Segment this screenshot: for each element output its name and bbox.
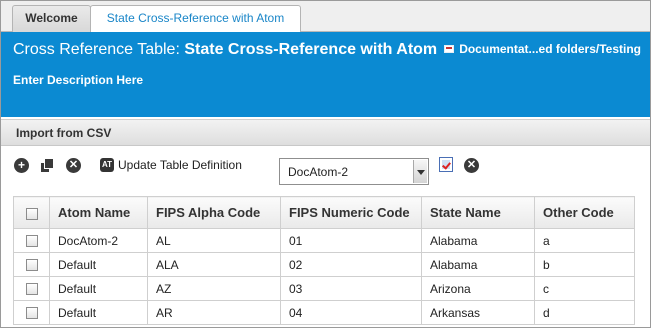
folder-path-link[interactable]: Documentat...ed folders/Testing (444, 42, 641, 56)
fips-alpha-cell[interactable]: AL (147, 228, 281, 253)
atom-name-cell[interactable]: DocAtom-2 (49, 228, 148, 253)
description-field[interactable]: Enter Description Here (13, 73, 143, 87)
copy-icon[interactable] (40, 158, 55, 173)
column-header-fips-alpha[interactable]: FIPS Alpha Code (147, 196, 281, 229)
delete-icon[interactable]: ✕ (66, 158, 81, 173)
checklist-icon[interactable] (439, 157, 453, 172)
import-csv-bar[interactable]: Import from CSV (1, 119, 650, 146)
fips-numeric-cell[interactable]: 04 (280, 300, 422, 325)
page-title: Cross Reference Table: State Cross-Refer… (13, 41, 437, 59)
table-row[interactable]: Default AR 04 Arkansas d (13, 300, 635, 325)
other-code-cell[interactable]: c (534, 276, 635, 301)
other-code-cell[interactable]: b (534, 252, 635, 277)
fips-alpha-cell[interactable]: AR (147, 300, 281, 325)
tab-state-cross-reference[interactable]: State Cross-Reference with Atom (90, 5, 301, 33)
row-select-cell (13, 228, 50, 253)
fips-numeric-cell[interactable]: 03 (280, 276, 422, 301)
folder-icon (444, 45, 455, 53)
fips-alpha-cell[interactable]: AZ (147, 276, 281, 301)
table-row[interactable]: DocAtom-2 AL 01 Alabama a (13, 228, 635, 253)
other-code-cell[interactable]: d (534, 300, 635, 325)
state-name-cell[interactable]: Alabama (421, 252, 535, 277)
row-select-cell (13, 276, 50, 301)
atom-select[interactable]: DocAtom-2 (279, 158, 429, 185)
folder-path-text: Documentat...ed folders/Testing (459, 42, 641, 56)
select-all-cell (13, 196, 50, 229)
toolbar: + ✕ AT Update Table Definition DocAtom-2… (1, 147, 650, 191)
tab-bar: Welcome State Cross-Reference with Atom (1, 1, 650, 33)
row-checkbox[interactable] (25, 259, 38, 272)
page-title-name: State Cross-Reference with Atom (184, 41, 438, 58)
column-header-state-name[interactable]: State Name (421, 196, 535, 229)
atom-icon[interactable]: AT (100, 158, 114, 172)
state-name-cell[interactable]: Alabama (421, 228, 535, 253)
app-window: Welcome State Cross-Reference with Atom … (0, 0, 651, 328)
update-table-definition-button[interactable]: Update Table Definition (118, 158, 242, 172)
table-row[interactable]: Default ALA 02 Alabama b (13, 252, 635, 277)
fips-numeric-cell[interactable]: 01 (280, 228, 422, 253)
atom-name-cell[interactable]: Default (49, 276, 148, 301)
row-checkbox[interactable] (25, 235, 38, 248)
fips-alpha-cell[interactable]: ALA (147, 252, 281, 277)
atom-select-value: DocAtom-2 (288, 165, 349, 179)
column-header-other-code[interactable]: Other Code (534, 196, 635, 229)
table-row[interactable]: Default AZ 03 Arizona c (13, 276, 635, 301)
import-csv-label: Import from CSV (16, 126, 112, 140)
row-select-cell (13, 252, 50, 277)
atom-name-cell[interactable]: Default (49, 252, 148, 277)
column-header-atom-name[interactable]: Atom Name (49, 196, 148, 229)
state-name-cell[interactable]: Arkansas (421, 300, 535, 325)
select-all-checkbox[interactable] (25, 207, 38, 220)
table-header-row: Atom Name FIPS Alpha Code FIPS Numeric C… (13, 196, 635, 229)
cross-reference-grid: Atom Name FIPS Alpha Code FIPS Numeric C… (13, 196, 635, 325)
row-select-cell (13, 300, 50, 325)
column-header-fips-numeric[interactable]: FIPS Numeric Code (280, 196, 422, 229)
row-checkbox[interactable] (25, 307, 38, 320)
atom-name-cell[interactable]: Default (49, 300, 148, 325)
fips-numeric-cell[interactable]: 02 (280, 252, 422, 277)
other-code-cell[interactable]: a (534, 228, 635, 253)
row-checkbox[interactable] (25, 283, 38, 296)
add-icon[interactable]: + (14, 158, 29, 173)
tab-welcome[interactable]: Welcome (12, 5, 91, 32)
state-name-cell[interactable]: Arizona (421, 276, 535, 301)
page-title-prefix: Cross Reference Table: (13, 41, 180, 58)
clear-icon[interactable]: ✕ (464, 158, 479, 173)
table-header: Cross Reference Table: State Cross-Refer… (1, 32, 650, 117)
chevron-down-icon[interactable] (413, 160, 427, 183)
